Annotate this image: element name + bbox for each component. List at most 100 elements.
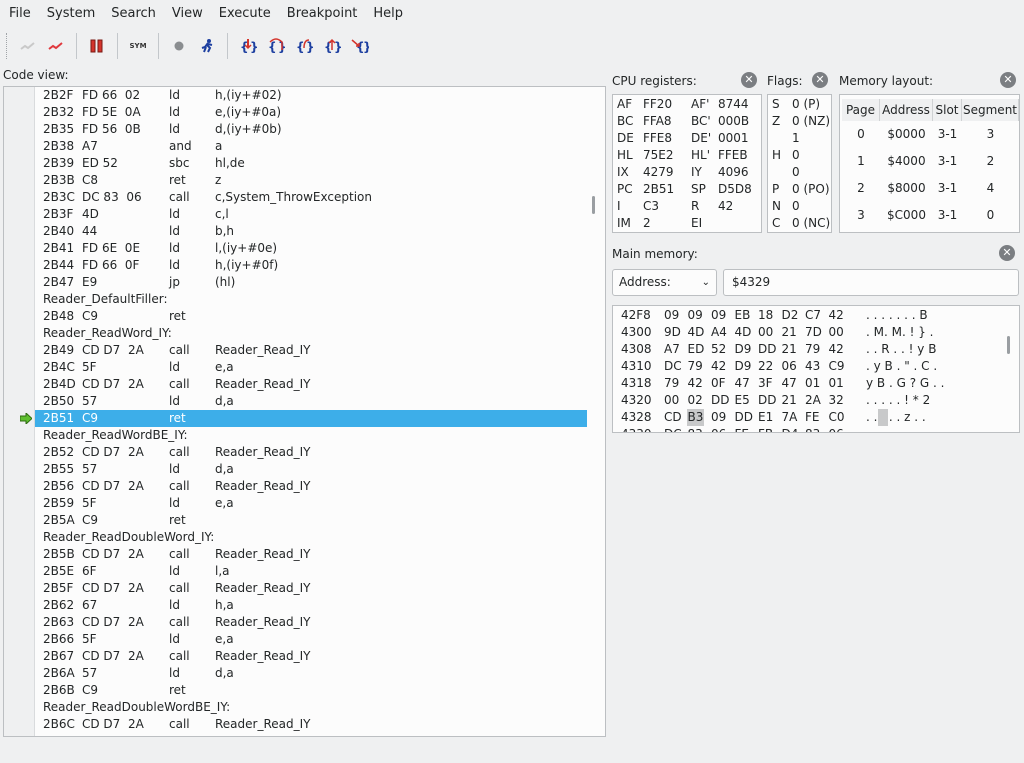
memory-hex-view[interactable]: 42F8 09 09 09 EB 18 D2 C7 42. . . . . . . B 4300 9…: [612, 305, 1020, 433]
code-line[interactable]: 2B39 ED 52 sbc hl,de: [35, 155, 587, 172]
memory-byte[interactable]: 09: [710, 307, 727, 324]
step-over-button[interactable]: {}: [262, 32, 290, 60]
memory-byte[interactable]: C9: [828, 358, 846, 375]
memory-byte[interactable]: 09: [663, 307, 680, 324]
memory-byte[interactable]: 02: [687, 392, 704, 409]
code-gutter[interactable]: [4, 87, 35, 736]
code-line[interactable]: 2B50 57 ld d,a: [35, 393, 587, 410]
menu-system[interactable]: System: [39, 0, 103, 28]
memory-byte[interactable]: 83: [687, 426, 704, 432]
memory-byte[interactable]: 32: [828, 392, 845, 409]
main-memory-close-icon[interactable]: ✕: [999, 245, 1015, 261]
register-value[interactable]: C3: [643, 198, 659, 215]
disconnect-button[interactable]: [42, 32, 70, 60]
memory-byte[interactable]: 01: [804, 375, 821, 392]
code-line[interactable]: 2B67 CD D7 2A call Reader_Read_IY: [35, 648, 587, 665]
memory-byte[interactable]: DD: [710, 392, 730, 409]
code-line[interactable]: 2B44 FD 66 0F ld h,(iy+#0f): [35, 257, 587, 274]
flag-value[interactable]: 0 (NC): [792, 215, 830, 232]
memory-byte[interactable]: 83: [804, 426, 821, 432]
flag-value[interactable]: 0 (NZ): [792, 113, 830, 130]
memory-byte[interactable]: C0: [828, 409, 846, 426]
code-line[interactable]: 2B5F CD D7 2A call Reader_Read_IY: [35, 580, 587, 597]
memory-byte[interactable]: 0F: [710, 375, 727, 392]
code-scrollbar[interactable]: [592, 196, 595, 214]
code-line[interactable]: 2B6A 57 ld d,a: [35, 665, 587, 682]
memory-byte[interactable]: 52: [710, 341, 727, 358]
code-line[interactable]: 2B40 44 ld b,h: [35, 223, 587, 240]
register-value[interactable]: 2: [643, 215, 651, 232]
memory-byte[interactable]: 01: [828, 375, 845, 392]
flag-value[interactable]: 0: [792, 198, 800, 215]
code-line[interactable]: 2B5A C9 ret: [35, 512, 587, 529]
code-label-line[interactable]: Reader_DefaultFiller:: [35, 291, 587, 308]
flag-value[interactable]: 1: [792, 130, 800, 147]
memory-byte[interactable]: 4D: [687, 324, 706, 341]
toolbar-grip[interactable]: [6, 33, 8, 59]
code-label-line[interactable]: Reader_ReadWord_IY:: [35, 325, 587, 342]
memory-byte[interactable]: 47: [734, 375, 751, 392]
code-label-line[interactable]: Reader_ReadDoubleWordBE_IY:: [35, 699, 587, 716]
memory-byte[interactable]: 09: [710, 409, 727, 426]
register-value[interactable]: 75E2: [643, 147, 674, 164]
memory-byte[interactable]: DD: [734, 409, 754, 426]
memory-byte[interactable]: 4D: [734, 324, 753, 341]
memory-byte[interactable]: 06: [781, 358, 798, 375]
memory-byte[interactable]: 9D: [663, 324, 682, 341]
code-line[interactable]: 2B51 C9 ret: [20, 410, 587, 427]
memory-byte[interactable]: 09: [687, 307, 704, 324]
memory-byte[interactable]: 79: [804, 341, 821, 358]
memory-byte[interactable]: D9: [734, 341, 753, 358]
flags-close-icon[interactable]: ✕: [812, 72, 828, 88]
flag-value[interactable]: 0: [792, 164, 800, 181]
memory-byte[interactable]: 22: [757, 358, 774, 375]
memory-byte[interactable]: A4: [710, 324, 728, 341]
code-line[interactable]: 2B3C DC 83 06 call c,System_ThrowException: [35, 189, 587, 206]
memory-byte[interactable]: 06: [828, 426, 845, 432]
code-label-line[interactable]: Reader_ReadWordBE_IY:: [35, 427, 587, 444]
memory-byte[interactable]: DD: [757, 341, 777, 358]
menu-help[interactable]: Help: [365, 0, 411, 28]
menu-view[interactable]: View: [164, 0, 211, 28]
code-line[interactable]: 2B4D CD D7 2A call Reader_Read_IY: [35, 376, 587, 393]
memory-byte[interactable]: 21: [781, 341, 798, 358]
memory-byte[interactable]: 47: [781, 375, 798, 392]
flag-value[interactable]: 0 (PO): [792, 181, 830, 198]
step-into-button[interactable]: {}: [234, 32, 262, 60]
register-value[interactable]: 4279: [643, 164, 674, 181]
code-line[interactable]: 2B63 CD D7 2A call Reader_Read_IY: [35, 614, 587, 631]
memory-byte[interactable]: A7: [663, 341, 681, 358]
register-value[interactable]: 0001: [718, 130, 749, 147]
memory-layout-header[interactable]: Segment: [962, 99, 1019, 121]
memory-byte[interactable]: D9: [734, 358, 753, 375]
memory-layout-header[interactable]: Page: [842, 99, 880, 121]
register-value[interactable]: FFA8: [643, 113, 672, 130]
memory-byte[interactable]: 42: [828, 307, 845, 324]
memory-byte[interactable]: EB: [734, 307, 752, 324]
menu-file[interactable]: File: [1, 0, 39, 28]
code-line[interactable]: 2B6B C9 ret: [35, 682, 587, 699]
menu-breakpoint[interactable]: Breakpoint: [279, 0, 366, 28]
memory-byte[interactable]: FB: [757, 426, 774, 432]
memory-byte[interactable]: B3: [686, 409, 705, 426]
memory-byte[interactable]: ED: [687, 341, 706, 358]
code-line[interactable]: 2B38 A7 and a: [35, 138, 587, 155]
memory-scrollbar[interactable]: [1007, 336, 1010, 354]
memory-byte[interactable]: 18: [757, 307, 774, 324]
code-line[interactable]: 2B32 FD 5E 0A ld e,(iy+#0a): [35, 104, 587, 121]
code-line[interactable]: 2B62 67 ld h,a: [35, 597, 587, 614]
symbols-button[interactable]: SYM: [124, 32, 152, 60]
connect-button[interactable]: [14, 32, 42, 60]
memory-byte[interactable]: 3F: [757, 375, 774, 392]
register-value[interactable]: 8744: [718, 96, 749, 113]
memory-byte[interactable]: 7A: [781, 409, 799, 426]
register-value[interactable]: FFEB: [718, 147, 748, 164]
memory-byte[interactable]: FE: [734, 426, 750, 432]
memory-byte[interactable]: 42: [828, 341, 845, 358]
register-value[interactable]: 000B: [718, 113, 749, 130]
register-value[interactable]: D5D8: [718, 181, 752, 198]
code-line[interactable]: 2B35 FD 56 0B ld d,(iy+#0b): [35, 121, 587, 138]
memory-layout-close-icon[interactable]: ✕: [1000, 72, 1016, 88]
run-button[interactable]: [193, 32, 221, 60]
memory-byte[interactable]: FE: [804, 409, 820, 426]
